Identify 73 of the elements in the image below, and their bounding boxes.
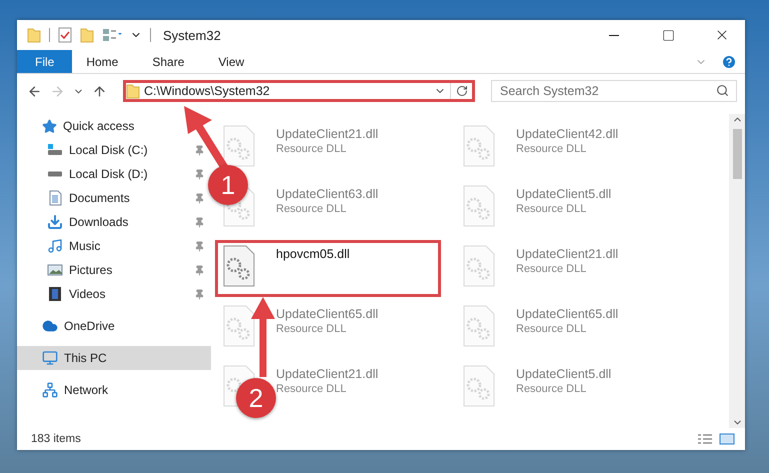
sidebar-item[interactable]: Videos bbox=[17, 282, 211, 306]
sidebar-item[interactable]: Local Disk (C:) bbox=[17, 138, 211, 162]
file-name: UpdateClient5.dll bbox=[516, 367, 612, 381]
drive-icon bbox=[47, 144, 63, 156]
network-icon bbox=[42, 382, 58, 398]
file-type: Resource DLL bbox=[516, 143, 588, 155]
cloud-icon bbox=[42, 318, 58, 334]
gear-file-icon bbox=[462, 305, 496, 347]
gear-file-icon bbox=[462, 365, 496, 407]
file-name: UpdateClient21.dll bbox=[276, 367, 378, 381]
gear-file-icon bbox=[222, 125, 256, 167]
window-title: System32 bbox=[163, 28, 222, 42]
refresh-icon bbox=[456, 85, 468, 97]
folder-icon bbox=[126, 83, 140, 99]
minimize-icon bbox=[609, 34, 619, 36]
download-icon bbox=[47, 214, 63, 230]
file-menu-button[interactable]: File bbox=[17, 50, 72, 73]
sidebar-item[interactable]: Network bbox=[17, 378, 211, 402]
file-name: hpovcm05.dll bbox=[276, 247, 350, 261]
music-note-icon bbox=[47, 238, 63, 254]
file-type: Resource DLL bbox=[516, 203, 588, 215]
file-name: UpdateClient21.dll bbox=[516, 247, 618, 261]
file-type: Resource DLL bbox=[516, 383, 588, 395]
file-type: Resource DLL bbox=[276, 203, 348, 215]
gear-file-icon bbox=[222, 305, 256, 347]
scrollbar[interactable] bbox=[729, 114, 745, 428]
sidebar-item[interactable]: Documents bbox=[17, 186, 211, 210]
sidebar-item[interactable]: OneDrive bbox=[17, 314, 211, 338]
maximize-icon bbox=[662, 28, 674, 42]
sidebar-item[interactable]: Quick access bbox=[17, 114, 211, 138]
gear-file-icon bbox=[462, 125, 496, 167]
file-type: Resource DLL bbox=[516, 263, 588, 275]
star-icon bbox=[42, 118, 57, 134]
file-name: UpdateClient63.dll bbox=[276, 187, 378, 201]
file-type: Resource DLL bbox=[276, 323, 348, 335]
sidebar-item[interactable]: This PC bbox=[17, 346, 211, 370]
folder-icon bbox=[27, 27, 41, 43]
file-name: UpdateClient42.dll bbox=[516, 127, 618, 141]
new-folder-icon bbox=[80, 27, 94, 43]
back-button[interactable] bbox=[27, 84, 42, 98]
forward-arrow-icon bbox=[50, 84, 65, 98]
gear-file-icon bbox=[462, 185, 496, 227]
tiles-view-icon[interactable] bbox=[719, 433, 735, 445]
sidebar-item[interactable]: Pictures bbox=[17, 258, 211, 282]
sidebar-item[interactable]: Local Disk (D:) bbox=[17, 162, 211, 186]
file-name: UpdateClient65.dll bbox=[276, 307, 378, 321]
file-name: UpdateClient65.dll bbox=[516, 307, 618, 321]
file-type: Resource DLL bbox=[276, 143, 348, 155]
sidebar-item[interactable]: Music bbox=[17, 234, 211, 258]
layout-icon bbox=[102, 28, 122, 42]
file-item[interactable]: hpovcm05.dll bbox=[215, 240, 441, 297]
help-icon[interactable] bbox=[721, 54, 737, 70]
address-path: C:\Windows\System32 bbox=[144, 84, 271, 98]
file-type: Resource DLL bbox=[516, 323, 588, 335]
details-view-icon[interactable] bbox=[697, 433, 713, 445]
drive-icon bbox=[47, 171, 63, 177]
address-bar[interactable]: C:\Windows\System32 bbox=[123, 80, 475, 102]
file-type: Resource DLL bbox=[276, 383, 348, 395]
sidebar-item[interactable]: Downloads bbox=[17, 210, 211, 234]
document-icon bbox=[47, 190, 63, 206]
properties-icon bbox=[58, 27, 72, 43]
gear-file-icon bbox=[462, 245, 496, 287]
monitor-icon bbox=[42, 350, 58, 366]
search-icon bbox=[716, 84, 729, 97]
file-name: UpdateClient5.dll bbox=[516, 187, 612, 201]
file-name: UpdateClient21.dll bbox=[276, 127, 378, 141]
item-count: 183 items bbox=[31, 433, 82, 445]
film-icon bbox=[47, 286, 63, 302]
picture-icon bbox=[47, 262, 63, 278]
gear-file-icon bbox=[222, 245, 256, 287]
up-button[interactable] bbox=[92, 84, 107, 98]
search-field[interactable]: Search System32 bbox=[491, 80, 737, 102]
scroll-thumb[interactable] bbox=[732, 129, 742, 179]
